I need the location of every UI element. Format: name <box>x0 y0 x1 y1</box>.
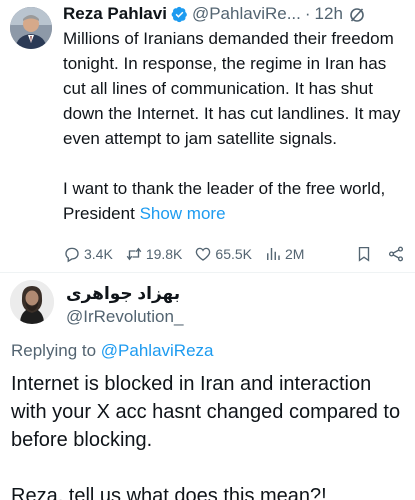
timestamp[interactable]: 12h <box>315 2 343 26</box>
tweet-paragraph-1: Millions of Iranians demanded their free… <box>63 29 401 148</box>
reply-author-handle[interactable]: @IrRevolution_ <box>66 306 183 328</box>
reply-author-name[interactable]: بهزاد جواهری <box>66 283 186 305</box>
author-name[interactable]: Reza Pahlavi <box>63 2 167 26</box>
post-thread: Reza Pahlavi @PahlaviRe... · 12h Million… <box>0 0 415 500</box>
action-bar: 3.4K 19.8K 65.5K 2M <box>63 243 405 265</box>
reply-count: 3.4K <box>84 246 113 262</box>
reply-text: Internet is blocked in Iran and interact… <box>11 370 411 500</box>
reply-paragraph-1: Internet is blocked in Iran and interact… <box>11 373 401 451</box>
reply-icon <box>65 247 79 263</box>
replying-to-label: Replying to <box>11 341 97 360</box>
avatar[interactable] <box>10 7 52 49</box>
view-count: 2M <box>285 246 305 262</box>
share-icon[interactable] <box>387 245 405 263</box>
replying-to-line: Replying to @PahlaviReza <box>11 340 214 362</box>
tweet-header: Reza Pahlavi @PahlaviRe... · 12h <box>63 1 405 27</box>
repost-count: 19.8K <box>145 246 183 262</box>
separator-dot: · <box>304 4 311 23</box>
replying-to-mention[interactable]: @PahlaviReza <box>101 341 214 360</box>
bookmark-icon[interactable] <box>355 245 373 263</box>
divider <box>0 272 415 273</box>
tweet-text: Millions of Iranians demanded their free… <box>63 26 408 226</box>
repost-button[interactable]: 19.8K <box>125 245 183 263</box>
reply-paragraph-2: Reza, tell us what does this mean?! <box>11 485 327 500</box>
views-icon <box>267 248 280 260</box>
reply-button[interactable]: 3.4K <box>63 245 113 263</box>
tweet-paragraph-2: I want to thank the leader of the free w… <box>63 176 408 226</box>
like-button[interactable]: 65.5K <box>194 245 252 263</box>
reply-avatar[interactable] <box>10 280 54 324</box>
like-icon <box>196 247 211 261</box>
verified-badge-icon <box>171 6 188 23</box>
author-handle[interactable]: @PahlaviRe... <box>192 2 301 26</box>
main-tweet[interactable]: Reza Pahlavi @PahlaviRe... · 12h Million… <box>0 0 415 272</box>
repost-icon <box>126 247 142 261</box>
like-count: 65.5K <box>215 246 252 262</box>
action-bar-right <box>341 245 405 263</box>
views-button[interactable]: 2M <box>264 245 304 263</box>
show-more-link[interactable]: Show more <box>140 204 226 223</box>
grok-icon[interactable] <box>349 6 365 22</box>
